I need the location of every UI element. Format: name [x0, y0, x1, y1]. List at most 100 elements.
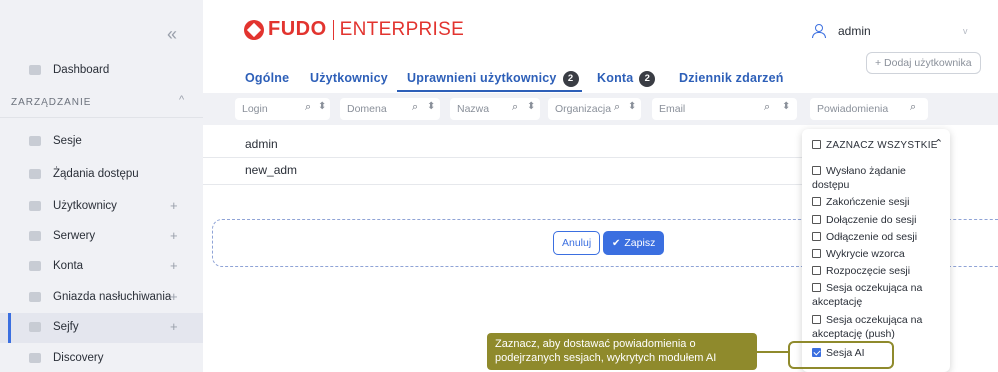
search-icon: ⌕ — [764, 101, 771, 113]
option-label: Wysłano żądanie dostępu — [812, 165, 906, 191]
accounts-icon — [29, 261, 41, 271]
option-label: Sesja oczekująca na akceptację — [812, 282, 923, 308]
user-icon — [812, 24, 826, 38]
expand-plus-icon[interactable]: + — [170, 319, 178, 334]
callout-tooltip: Zaznacz, aby dostawać powiadomienia o po… — [487, 333, 757, 370]
sidebar-item-listeners[interactable]: Gniazda nasłuchiwania + — [0, 283, 203, 313]
dropdown-option[interactable]: Zakończenie sesji — [812, 195, 944, 209]
option-label: Sesja oczekująca na akceptację (push) — [812, 314, 923, 340]
tab-label: Uprawnieni użytkownicy — [407, 71, 557, 85]
edit-row — [212, 219, 802, 267]
sidebar-item-discovery[interactable]: Discovery — [0, 344, 203, 372]
sessions-icon — [29, 136, 41, 146]
sidebar-item-label: Serwery — [53, 230, 96, 242]
dropdown-option[interactable]: Rozpoczęcie sesji — [812, 264, 944, 278]
sidebar-item-sessions[interactable]: Sesje — [0, 127, 203, 157]
user-menu[interactable]: admin — [812, 24, 871, 38]
expand-plus-icon[interactable]: + — [170, 289, 178, 304]
discovery-icon — [29, 353, 41, 363]
sort-icon[interactable]: ⬍ — [782, 101, 790, 112]
divider — [0, 117, 203, 118]
expand-plus-icon[interactable]: + — [170, 198, 178, 213]
chevron-up-icon[interactable]: ⌃ — [934, 137, 943, 150]
servers-icon — [29, 231, 41, 241]
dropdown-option[interactable]: Dołączenie do sesji — [812, 213, 944, 227]
expand-plus-icon[interactable]: + — [170, 228, 178, 243]
organization-filter-input[interactable]: Organizacja ⌕ ⬍ — [548, 98, 641, 120]
save-button[interactable]: ✔ Zapisz — [603, 231, 665, 255]
filter-placeholder: Email — [659, 103, 686, 115]
callout-connector — [757, 351, 788, 353]
sidebar-item-label: Sejfy — [53, 321, 79, 333]
chevron-down-icon[interactable]: v — [963, 26, 968, 36]
option-label: ZAZNACZ WSZYSTKIE — [826, 140, 938, 151]
tab-general[interactable]: Ogólne — [245, 71, 289, 85]
tab-accounts[interactable]: Konta 2 — [597, 71, 656, 87]
fudo-logo-icon — [244, 19, 264, 40]
save-label: Zapisz — [624, 237, 656, 249]
option-label: Wykrycie wzorca — [826, 248, 905, 260]
filter-placeholder: Domena — [347, 103, 387, 115]
collapse-sidebar-icon[interactable]: « — [167, 24, 177, 45]
cancel-button[interactable]: Anuluj — [553, 231, 601, 255]
email-filter-input[interactable]: Email ⌕ ⬍ — [652, 98, 797, 120]
tab-label: Konta — [597, 71, 634, 85]
tab-label: Ogólne — [245, 71, 290, 85]
add-user-button[interactable]: + Dodaj użytkownika — [866, 52, 981, 74]
checkbox[interactable] — [812, 232, 821, 241]
dropdown-option[interactable]: Wykrycie wzorca — [812, 247, 944, 261]
count-badge: 2 — [639, 71, 656, 87]
sidebar-item-safes[interactable]: Sejfy + — [0, 313, 203, 343]
option-label: Zakończenie sesji — [826, 196, 910, 208]
expand-plus-icon[interactable]: + — [170, 258, 178, 273]
search-icon: ⌕ — [305, 101, 312, 113]
active-tab-underline — [397, 90, 582, 92]
active-indicator — [8, 313, 11, 343]
dropdown-option[interactable]: Sesja oczekująca na akceptację (push) — [812, 313, 944, 341]
fudo-logo: FUDO ENTERPRISE — [244, 18, 464, 41]
row-login: new_adm — [245, 163, 298, 177]
checkbox[interactable] — [812, 215, 821, 224]
dropdown-option[interactable]: Wysłano żądanie dostępu — [812, 164, 944, 192]
checkbox[interactable] — [812, 249, 821, 258]
notifications-dropdown: ZAZNACZ WSZYSTKIE ⌃ Wysłano żądanie dost… — [802, 129, 950, 372]
sidebar-item-accounts[interactable]: Konta + — [0, 252, 203, 282]
checkbox[interactable] — [812, 166, 821, 175]
filter-placeholder: Powiadomienia — [817, 103, 889, 115]
sidebar-item-label: Żądania dostępu — [53, 168, 139, 180]
row-divider — [203, 157, 803, 158]
name-filter-input[interactable]: Nazwa ⌕ ⬍ — [450, 98, 540, 120]
checkbox[interactable] — [812, 197, 821, 206]
edit-row-continuation — [948, 219, 998, 267]
checkbox[interactable] — [812, 140, 821, 149]
checkbox[interactable] — [812, 283, 821, 292]
sort-icon[interactable]: ⬍ — [527, 101, 535, 112]
filter-placeholder: Organizacja — [555, 103, 612, 115]
sidebar-item-dashboard[interactable]: Dashboard — [0, 56, 203, 86]
tab-authorized-users[interactable]: Uprawnieni użytkownicy 2 — [407, 71, 579, 87]
dropdown-option[interactable]: Odłączenie od sesji — [812, 230, 944, 244]
checkbox[interactable] — [812, 315, 821, 324]
filter-placeholder: Nazwa — [457, 103, 490, 115]
sidebar: « Dashboard ZARZĄDZANIE ^ Sesje Żądania … — [0, 0, 203, 372]
tab-event-log[interactable]: Dziennik zdarzeń — [679, 71, 784, 85]
search-icon: ⌕ — [412, 101, 419, 113]
sort-icon[interactable]: ⬍ — [318, 101, 326, 112]
select-all-option[interactable]: ZAZNACZ WSZYSTKIE — [812, 140, 938, 151]
option-label: Dołączenie do sesji — [826, 214, 917, 226]
checkbox[interactable] — [812, 266, 821, 275]
domain-filter-input[interactable]: Domena ⌕ ⬍ — [340, 98, 440, 120]
login-filter-input[interactable]: Login ⌕ ⬍ — [235, 98, 330, 120]
tab-label: Dziennik zdarzeń — [679, 71, 784, 85]
notifications-filter-input[interactable]: Powiadomienia ⌕ — [810, 98, 928, 120]
tab-users[interactable]: Użytkownicy — [310, 71, 388, 85]
sort-icon[interactable]: ⬍ — [628, 101, 636, 112]
sidebar-item-access-requests[interactable]: Żądania dostępu — [0, 160, 203, 190]
user-name: admin — [838, 24, 871, 38]
chevron-up-icon[interactable]: ^ — [179, 94, 184, 106]
sort-icon[interactable]: ⬍ — [427, 101, 435, 112]
dropdown-option[interactable]: Sesja oczekująca na akceptację — [812, 281, 944, 309]
sidebar-item-servers[interactable]: Serwery + — [0, 222, 203, 252]
option-label: Odłączenie od sesji — [826, 231, 918, 243]
sidebar-item-users[interactable]: Użytkownicy + — [0, 192, 203, 222]
